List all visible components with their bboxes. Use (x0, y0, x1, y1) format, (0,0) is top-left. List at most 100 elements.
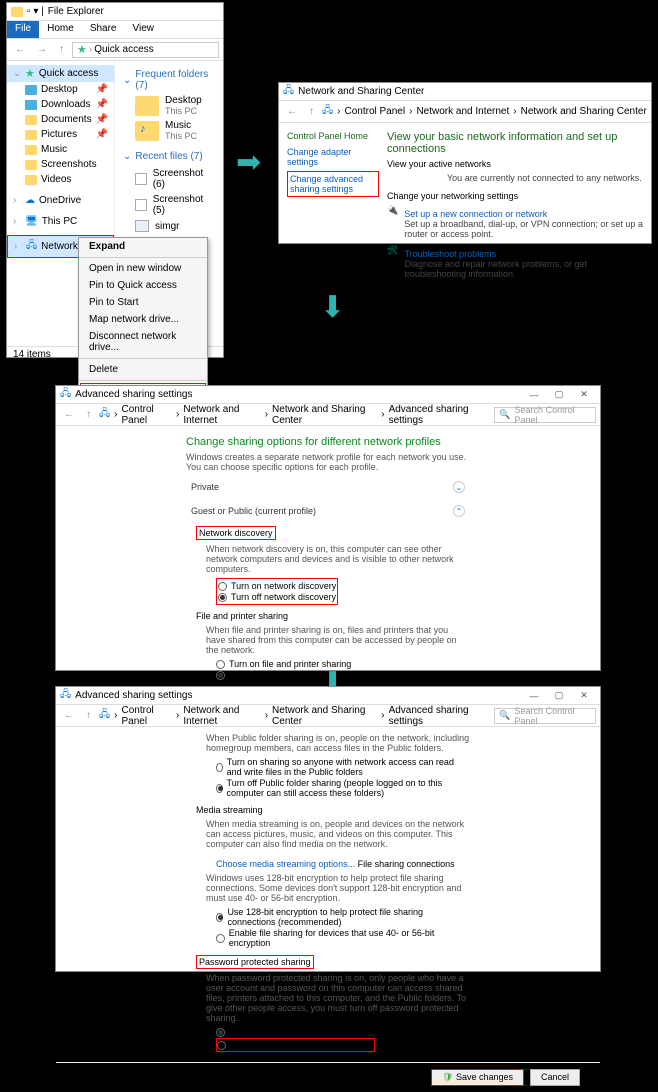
close-button[interactable]: ✕ (572, 388, 596, 402)
menu-expand[interactable]: Expand (79, 238, 207, 255)
troubleshoot-link[interactable]: Troubleshoot problems (404, 249, 643, 259)
search-input[interactable]: 🔍Search Control Panel (494, 407, 596, 423)
pps-off-radio[interactable]: Turn off password protected sharing (217, 1040, 374, 1050)
sidebar-item[interactable]: Music (7, 142, 114, 157)
chevron-up-icon: ⌃ (453, 505, 465, 517)
menu-map-drive[interactable]: Map network drive... (79, 311, 207, 328)
minimize-button[interactable]: — (522, 388, 546, 402)
menu-open-new-window[interactable]: Open in new window (79, 260, 207, 277)
back-icon[interactable]: ← (60, 409, 78, 420)
forward-icon[interactable]: → (33, 44, 51, 55)
menu-pin-start[interactable]: Pin to Start (79, 294, 207, 311)
crumb[interactable]: Network and Sharing Center (521, 106, 647, 117)
recent-item[interactable]: Screenshot (5) (123, 192, 218, 218)
cp-home[interactable]: Control Panel Home (287, 131, 379, 141)
heading: Change sharing options for different net… (186, 436, 470, 448)
crumb[interactable]: Control Panel (122, 404, 173, 426)
close-button[interactable]: ✕ (572, 689, 596, 703)
fps-label: File and printer sharing (196, 611, 288, 621)
profile-guest[interactable]: Guest or Public (current profile)⌃ (186, 502, 470, 520)
tab-share[interactable]: Share (82, 21, 125, 38)
folder-tile[interactable]: DesktopThis PC (135, 95, 206, 116)
recent-item[interactable]: simgr (123, 218, 218, 234)
nd-on-radio[interactable]: Turn on network discovery (218, 581, 336, 591)
up-icon[interactable]: ↑ (305, 106, 318, 117)
side-panel: Control Panel Home Change adapter settin… (283, 127, 383, 283)
crumb[interactable]: Advanced sharing settings (389, 705, 487, 727)
tab-view[interactable]: View (125, 21, 163, 38)
no-connection-text: You are currently not connected to any n… (447, 173, 643, 183)
profile-private[interactable]: Private⌄ (186, 478, 470, 496)
folder-tile[interactable]: MusicThis PC (135, 120, 206, 141)
back-icon[interactable]: ← (11, 44, 29, 55)
pps-on-radio[interactable]: Turn on password protected sharing (216, 1027, 470, 1037)
crumb[interactable]: Network and Internet (183, 404, 260, 426)
titlebar: 🖧 Network and Sharing Center (279, 83, 651, 101)
up-icon[interactable]: ↑ (82, 710, 95, 721)
search-icon: 🔍 (499, 409, 510, 420)
setup-connection-link[interactable]: Set up a new connection or network (404, 209, 643, 219)
sidebar-quick-access[interactable]: ⌄★Quick access (7, 65, 114, 82)
cancel-button[interactable]: Cancel (530, 1069, 580, 1086)
menu-disconnect-drive[interactable]: Disconnect network drive... (79, 328, 207, 356)
search-input[interactable]: 🔍Search Control Panel (494, 708, 596, 724)
menu-delete[interactable]: Delete (79, 361, 207, 378)
nd-off-radio[interactable]: Turn off network discovery (218, 592, 336, 602)
minimize-button[interactable]: — (522, 689, 546, 703)
window-title: Network and Sharing Center (298, 86, 424, 97)
crumb[interactable]: Advanced sharing settings (389, 404, 487, 426)
status-text: 14 items (13, 349, 51, 360)
fsc-128-radio[interactable]: Use 128-bit encryption to help protect f… (216, 907, 470, 927)
window-title: Advanced sharing settings (75, 690, 192, 701)
folder-icon (11, 7, 23, 17)
crumb[interactable]: Network and Sharing Center (272, 705, 377, 727)
window-title: Advanced sharing settings (75, 389, 192, 400)
pfs-desc: When Public folder sharing is on, people… (206, 733, 470, 753)
pps-label: Password protected sharing (196, 955, 314, 969)
frequent-header[interactable]: ⌄Frequent folders (7) (123, 69, 218, 91)
fsc-40-radio[interactable]: Enable file sharing for devices that use… (216, 928, 470, 948)
maximize-button[interactable]: ▢ (547, 388, 571, 402)
sidebar-item[interactable]: Videos (7, 172, 114, 187)
pfs-on-radio[interactable]: Turn on sharing so anyone with network a… (216, 757, 470, 777)
sidebar-onedrive[interactable]: ›☁OneDrive (7, 193, 114, 208)
crumb[interactable]: Control Panel (345, 106, 406, 117)
network-center-window: 🖧 Network and Sharing Center ← ↑ 🖧 ›Cont… (278, 82, 652, 244)
address-bar: ← → ↑ ★ › Quick access (7, 39, 223, 61)
titlebar: 🖧 Advanced sharing settings — ▢ ✕ (56, 687, 600, 705)
crumb[interactable]: Network and Internet (183, 705, 260, 727)
back-icon[interactable]: ← (283, 106, 301, 117)
tab-home[interactable]: Home (39, 21, 82, 38)
change-adapter-link[interactable]: Change adapter settings (287, 147, 379, 167)
network-discovery-label: Network discovery (196, 526, 276, 540)
fsc-label: File sharing connections (358, 859, 455, 869)
recent-item[interactable]: Screenshot (6) (123, 166, 218, 192)
back-icon[interactable]: ← (60, 710, 78, 721)
heading: View your basic network information and … (387, 131, 643, 155)
connection-icon: 🔌 (387, 205, 398, 239)
crumb[interactable]: Network and Sharing Center (272, 404, 377, 426)
menu-pin-quick[interactable]: Pin to Quick access (79, 277, 207, 294)
address-text: Quick access (94, 44, 153, 55)
network-icon: 🖧 (60, 386, 71, 403)
pfs-off-radio[interactable]: Turn off Public folder sharing (people l… (216, 778, 470, 798)
recent-header[interactable]: ⌄Recent files (7) (123, 151, 218, 162)
sidebar-this-pc[interactable]: ›🖥This PC (7, 214, 114, 229)
window-title: File Explorer (48, 6, 104, 17)
up-icon[interactable]: ↑ (82, 409, 95, 420)
crumb[interactable]: Control Panel (122, 705, 173, 727)
tab-file[interactable]: File (7, 21, 39, 38)
change-advanced-link[interactable]: Change advanced sharing settings (287, 171, 379, 197)
sidebar-item[interactable]: Screenshots (7, 157, 114, 172)
crumb[interactable]: Network and Internet (416, 106, 509, 117)
sidebar-item[interactable]: Pictures📌 (7, 127, 114, 142)
sidebar-item[interactable]: Downloads📌 (7, 97, 114, 112)
maximize-button[interactable]: ▢ (547, 689, 571, 703)
ms-link[interactable]: Choose media streaming options... (216, 859, 355, 869)
sidebar-item[interactable]: Documents📌 (7, 112, 114, 127)
address-path[interactable]: ★ › Quick access (72, 42, 219, 58)
sidebar-item[interactable]: Desktop📌 (7, 82, 114, 97)
save-button[interactable]: 🛡 Save changes (431, 1069, 524, 1086)
up-icon[interactable]: ↑ (55, 44, 68, 55)
change-settings-label: Change your networking settings (387, 191, 643, 201)
